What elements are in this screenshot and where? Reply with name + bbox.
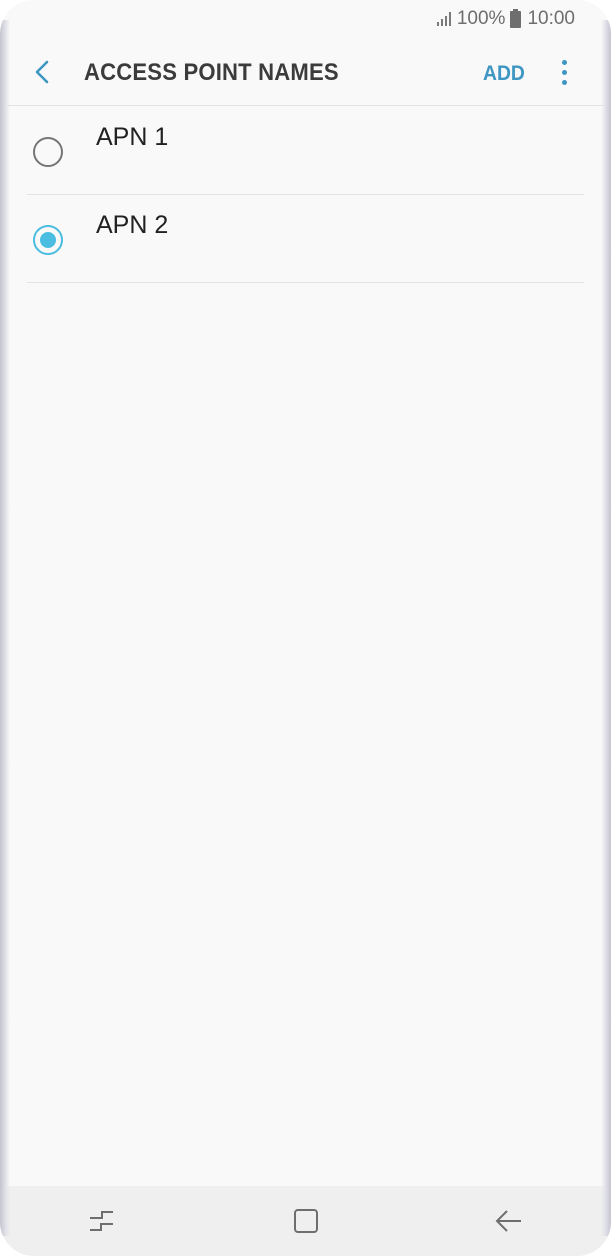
apn-list: APN 1 APN 2 bbox=[0, 107, 611, 283]
apn-radio-button[interactable] bbox=[33, 137, 63, 167]
action-bar: ACCESS POINT NAMES ADD bbox=[0, 38, 611, 106]
apn-name: APN 1 bbox=[96, 123, 169, 151]
screen-edge-left bbox=[0, 20, 10, 1236]
home-button[interactable] bbox=[204, 1186, 408, 1256]
screen-edge-right bbox=[601, 20, 611, 1236]
battery-icon bbox=[510, 8, 522, 28]
back-button[interactable] bbox=[26, 56, 58, 88]
status-bar: 100% 10:00 bbox=[0, 0, 611, 38]
nav-back-button[interactable] bbox=[407, 1186, 611, 1256]
signal-icon bbox=[436, 12, 451, 26]
apn-radio-button-selected[interactable] bbox=[33, 225, 63, 255]
clock: 10:00 bbox=[527, 8, 575, 29]
more-options-button[interactable] bbox=[552, 56, 576, 88]
page-title: ACCESS POINT NAMES bbox=[84, 59, 339, 86]
recent-apps-button[interactable] bbox=[0, 1186, 204, 1256]
more-vertical-icon bbox=[561, 59, 567, 65]
apn-name: APN 2 bbox=[96, 211, 169, 239]
list-divider bbox=[27, 282, 584, 283]
apn-list-item-1[interactable]: APN 1 bbox=[0, 107, 611, 195]
back-chevron-icon bbox=[35, 60, 49, 84]
home-icon bbox=[293, 1209, 318, 1233]
back-arrow-icon bbox=[495, 1210, 522, 1232]
battery-percent: 100% bbox=[456, 8, 506, 29]
phone-screen: 100% 10:00 ACCESS POINT NAMES ADD APN 1 … bbox=[0, 0, 611, 1256]
recent-apps-icon bbox=[89, 1211, 113, 1231]
navigation-bar bbox=[0, 1186, 611, 1256]
apn-list-item-2[interactable]: APN 2 bbox=[0, 195, 611, 283]
add-button[interactable]: ADD bbox=[483, 62, 525, 86]
